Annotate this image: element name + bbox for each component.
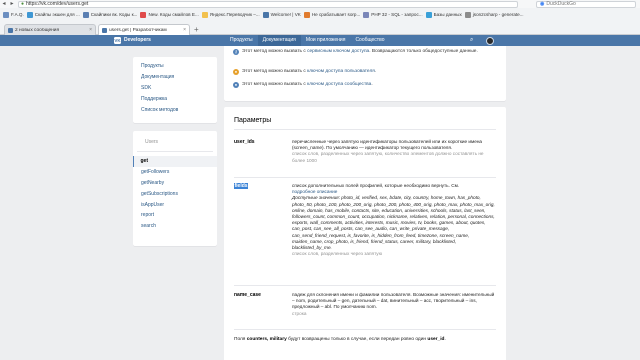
bookmark-icon — [425, 11, 432, 18]
param-type: список слов, разделенных через запятую, … — [292, 151, 484, 163]
section-title: Параметры — [234, 117, 272, 124]
divider — [234, 177, 496, 178]
address-bar[interactable]: ● https://vk.com/dev/users.get — [18, 0, 518, 8]
access-key-link[interactable]: сервисным ключом доступа — [307, 49, 369, 54]
avatar[interactable] — [486, 36, 494, 45]
bookmark-item[interactable]: Не срабатывает sorp... — [303, 11, 360, 18]
sidebar-links: Продукты Документация SDK Поддержка Спис… — [133, 57, 217, 123]
bookmark-icon — [201, 11, 208, 18]
param-description: падеж для склонения имени и фамилии поль… — [292, 292, 497, 317]
sidebar-item-sdk[interactable]: SDK — [133, 83, 217, 94]
vk-icon — [102, 27, 107, 33]
vk-icon — [262, 11, 269, 18]
sidebar-section-title[interactable]: Users — [137, 135, 213, 152]
sidebar-item-products[interactable]: Продукты — [133, 61, 217, 72]
back-icon[interactable]: ◂ — [0, 1, 8, 8]
sidebar-methods: Users get getFollowers getNearby getSubs… — [133, 131, 217, 246]
user-icon: ● — [233, 69, 239, 75]
param-description: перечисленные через запятую идентификато… — [292, 139, 497, 164]
tab-strip: 2 новых сообщения × users.get | Разработ… — [0, 20, 640, 35]
parameters-card: Параметры user_ids перечисленные через з… — [224, 107, 506, 360]
bookmark-item[interactable]: Скайпики вк. Коды к... — [82, 11, 137, 18]
forward-icon[interactable]: ▸ — [8, 1, 16, 8]
sidebar-item-support[interactable]: Поддержка — [133, 93, 217, 104]
close-icon[interactable]: × — [89, 27, 92, 33]
nav-products[interactable]: Продукты — [225, 35, 258, 46]
bookmark-item[interactable]: F.A.Q. — [3, 11, 24, 18]
search-placeholder: DuckDuckGo — [546, 1, 576, 7]
bookmark-item[interactable]: New. Коды смайлов E... — [140, 11, 199, 18]
param-type: строка — [292, 310, 307, 316]
lock-icon: ● — [21, 1, 25, 7]
param-name: fields — [234, 183, 249, 189]
bookmarks-bar: F.A.Q. Скайпы экшен для ... Скайпики вк.… — [0, 9, 640, 20]
key-icon: ⚷ — [233, 49, 239, 55]
search-engine-icon: ◉ — [540, 1, 545, 7]
divider — [234, 285, 496, 286]
sidebar-item-getsubscriptions[interactable]: getSubscriptions — [133, 188, 217, 199]
search-icon[interactable]: ⌕ — [470, 37, 473, 44]
param-description: список дополнительных полей профилей, ко… — [292, 183, 497, 257]
param-name: name_case — [234, 292, 261, 298]
bookmark-item[interactable]: json2csharp - generate... — [464, 11, 524, 18]
sidebar-item-documentation[interactable]: Документация — [133, 72, 217, 83]
param-type: список слов, разделенных через запятую — [292, 251, 383, 257]
divider — [234, 329, 496, 330]
bookmark-item[interactable]: Welcome! | VK — [262, 11, 301, 18]
access-note: ● Этот метод можно вызвать с ключом дост… — [233, 82, 373, 88]
new-tab-button[interactable]: + — [192, 24, 201, 35]
vk-icon — [8, 27, 13, 33]
sidebar-item-search[interactable]: search — [133, 221, 217, 232]
nav-community[interactable]: Сообщество — [350, 35, 389, 46]
vk-logo[interactable]: VK — [114, 37, 121, 44]
tab-messages[interactable]: 2 новых сообщения × — [4, 24, 96, 35]
access-note: ● Этот метод можно вызвать с ключом дост… — [233, 69, 377, 75]
bookmark-icon — [140, 11, 147, 18]
params-footnote: Поля counters, military будут возвращены… — [234, 337, 446, 342]
sidebar-item-get[interactable]: get — [133, 156, 217, 167]
param-name: user_ids — [234, 139, 255, 145]
nav-documentation[interactable]: Документация — [257, 35, 301, 46]
bookmark-icon — [464, 11, 471, 18]
site-header: VK Developers Продукты Документация Мои … — [0, 35, 640, 46]
bookmark-icon — [82, 11, 89, 18]
bookmark-item[interactable]: Базы данных — [425, 11, 462, 18]
header-nav: Продукты Документация Мои приложения Соо… — [225, 35, 389, 46]
sidebar-item-methods-list[interactable]: Список методов — [133, 104, 217, 115]
bookmark-item[interactable]: Яндекс.Переводчик –... — [201, 11, 260, 18]
sidebar-item-isappuser[interactable]: isAppUser — [133, 199, 217, 210]
bookmark-icon — [363, 11, 370, 18]
access-notes: ⚷ Этот метод можно вызвать с сервисным к… — [224, 46, 506, 101]
bookmark-item[interactable]: PHP 32 - SQL - запрос... — [363, 11, 423, 18]
url-text: https://vk.com/dev/users.get — [26, 1, 89, 7]
access-key-link[interactable]: ключом доступа сообщества — [307, 82, 371, 87]
close-icon[interactable]: × — [183, 27, 186, 33]
header-title[interactable]: Developers — [124, 35, 151, 46]
sidebar-item-report[interactable]: report — [133, 210, 217, 221]
bookmark-item[interactable]: Скайпы экшен для ... — [26, 11, 80, 18]
address-row: ◂ ▸ ● https://vk.com/dev/users.get ◉ Duc… — [0, 0, 640, 8]
nav-my-apps[interactable]: Мои приложения — [301, 35, 351, 46]
sidebar-item-getfollowers[interactable]: getFollowers — [133, 167, 217, 178]
access-note: ⚷ Этот метод можно вызвать с сервисным к… — [233, 49, 478, 55]
bookmark-icon — [3, 11, 9, 18]
divider — [234, 129, 496, 130]
tab-users-get[interactable]: users.get | Разработчикам × — [98, 24, 190, 35]
access-key-link[interactable]: ключом доступа пользователя — [307, 69, 375, 74]
browser-search-input[interactable]: ◉ DuckDuckGo — [536, 0, 636, 8]
group-icon: ● — [233, 82, 239, 88]
bookmark-icon — [303, 11, 310, 18]
bookmark-icon — [26, 11, 33, 18]
sidebar-item-getnearby[interactable]: getNearby — [133, 178, 217, 189]
browser-chrome: ◂ ▸ ● https://vk.com/dev/users.get ◉ Duc… — [0, 0, 640, 35]
